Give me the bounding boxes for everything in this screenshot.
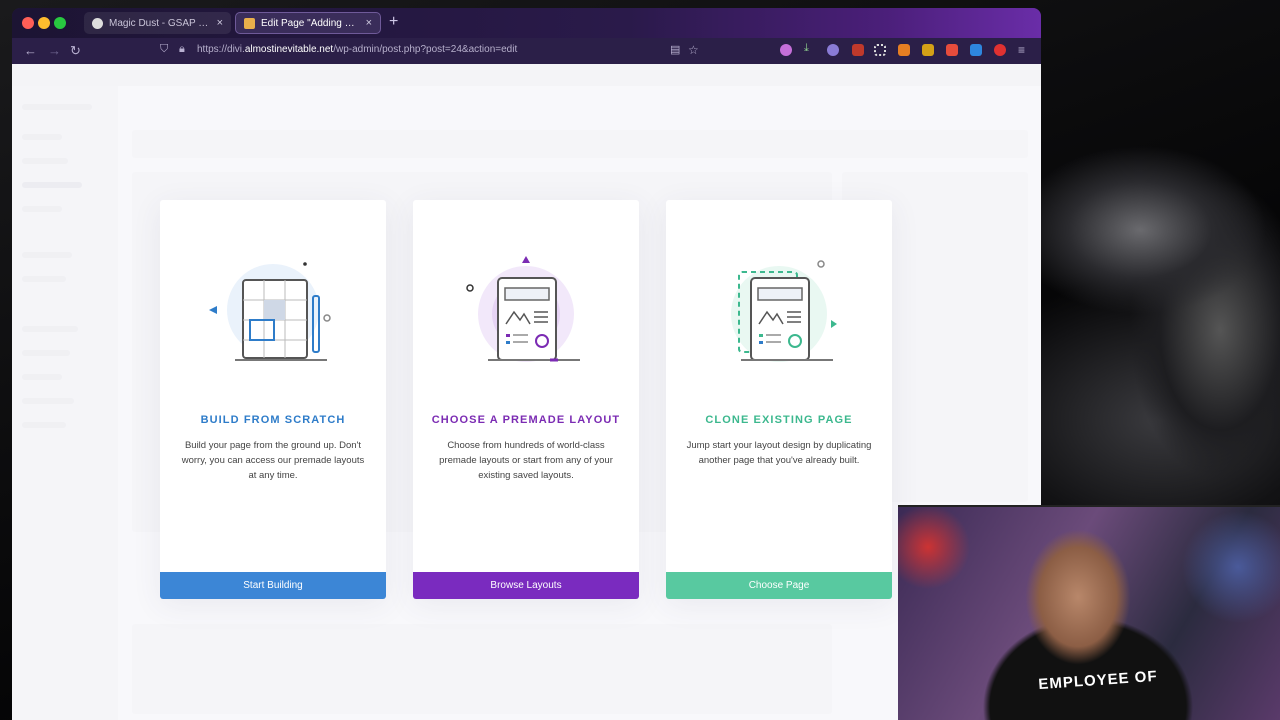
card-description: Choose from hundreds of world-class prem… xyxy=(439,440,613,481)
card-title: CLONE EXISTING PAGE xyxy=(705,414,853,426)
pocket-icon[interactable] xyxy=(780,44,792,56)
tab-close-icon[interactable]: × xyxy=(217,17,223,29)
tab-edit-page[interactable]: Edit Page "Adding Codepen" ‹ A × xyxy=(235,12,381,34)
minimize-window-button[interactable] xyxy=(38,17,50,29)
choose-premade-layout-card: CHOOSE A PREMADE LAYOUT Choose from hund… xyxy=(413,200,639,599)
codepen-favicon-icon xyxy=(92,17,103,29)
browse-layouts-button[interactable]: Browse Layouts xyxy=(413,572,639,599)
lock-icon[interactable]: 🔒︎ xyxy=(179,43,185,56)
tab-label: Edit Page "Adding Codepen" ‹ A xyxy=(261,17,360,29)
webcam-overlay: EMPLOYEE OF xyxy=(898,505,1280,720)
url-domain: almostinevitable.net xyxy=(244,44,334,55)
reload-icon[interactable]: ↻ xyxy=(70,43,81,59)
card-description: Build your page from the ground up. Don'… xyxy=(181,440,365,481)
choose-page-button[interactable]: Choose Page xyxy=(666,572,892,599)
card-description: Jump start your layout design by duplica… xyxy=(686,440,872,466)
wordpress-favicon-icon xyxy=(244,17,255,29)
maximize-window-button[interactable] xyxy=(54,17,66,29)
navigation-bar: ← → ↻ ⛉ 🔒︎ https://divi.almostinevitable… xyxy=(12,38,1041,64)
url-prefix: https://divi. xyxy=(197,44,245,55)
build-from-scratch-card: BUILD FROM SCRATCH Build your page from … xyxy=(160,200,386,599)
hamburger-menu-icon[interactable]: ≡ xyxy=(1018,43,1025,57)
extension-orange-icon[interactable] xyxy=(898,44,910,56)
url-path: /wp-admin/post.php?post=24&action=edit xyxy=(333,44,518,55)
card-title: CHOOSE A PREMADE LAYOUT xyxy=(431,414,621,426)
start-building-button[interactable]: Start Building xyxy=(160,572,386,599)
reader-mode-icon[interactable]: ▤ xyxy=(670,43,680,56)
close-window-button[interactable] xyxy=(22,17,34,29)
shield-icon[interactable]: ⛉ xyxy=(160,43,168,56)
shirt-text: EMPLOYEE OF xyxy=(1037,667,1159,694)
new-tab-button[interactable]: + xyxy=(389,13,398,31)
url-bar[interactable]: https://divi.almostinevitable.net/wp-adm… xyxy=(197,44,517,55)
extension-yellow-icon[interactable] xyxy=(922,44,934,56)
card-title: BUILD FROM SCRATCH xyxy=(200,414,346,426)
extension-a-icon[interactable] xyxy=(827,44,839,56)
ublock-icon[interactable] xyxy=(852,44,864,56)
extension-shield-icon[interactable] xyxy=(994,44,1006,56)
extension-grid-icon[interactable] xyxy=(874,44,886,56)
download-icon[interactable]: ⤓ xyxy=(804,42,816,54)
extension-w-icon[interactable] xyxy=(970,44,982,56)
blueprint-illustration-icon xyxy=(209,262,331,361)
tab-close-icon[interactable]: × xyxy=(366,17,372,29)
tab-label: Magic Dust - GSAP Canvas Pa xyxy=(109,17,211,29)
back-arrow-icon[interactable]: ← xyxy=(24,43,37,58)
extension-red-icon[interactable] xyxy=(946,44,958,56)
clone-existing-page-card: CLONE EXISTING PAGE Jump start your layo… xyxy=(666,200,892,599)
forward-arrow-icon[interactable]: → xyxy=(48,43,61,58)
bookmark-star-icon[interactable]: ☆ xyxy=(688,43,699,57)
layout-document-illustration-icon xyxy=(466,256,580,362)
tab-magic-dust[interactable]: Magic Dust - GSAP Canvas Pa × xyxy=(84,12,231,34)
clone-document-illustration-icon xyxy=(731,260,837,362)
tab-bar: Magic Dust - GSAP Canvas Pa × Edit Page … xyxy=(12,8,1041,38)
